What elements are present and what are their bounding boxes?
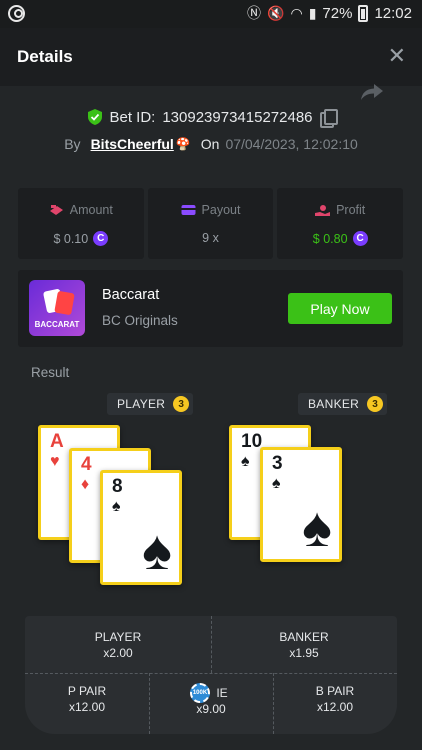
profit-icon <box>315 205 331 216</box>
mute-icon: 🔇 <box>267 5 285 21</box>
mushroom-icon: 🍄 <box>175 137 191 151</box>
baccarat-thumbnail[interactable]: BACCARAT <box>29 280 85 336</box>
bet-id-label: Bet ID: <box>109 108 156 126</box>
game-provider: BC Originals <box>102 313 178 328</box>
banker-score: 3 <box>367 396 384 412</box>
by-label: By <box>64 136 81 152</box>
details-header: Details ✕ <box>0 28 422 86</box>
player-card-3: 8 ♠ ♠ <box>100 470 182 585</box>
spade-icon: ♠ <box>142 518 172 581</box>
player-label: PLAYER <box>117 397 166 411</box>
nfc-icon: Ⓝ <box>247 5 262 21</box>
bet-tie-odds: x9.00 <box>196 702 226 716</box>
status-bar: Ⓝ 🔇 ◠ ▮ 72% 12:02 <box>0 0 422 28</box>
amount-label: Amount <box>69 203 113 217</box>
amount-stat: Amount $ 0.10 C <box>18 188 144 259</box>
profit-value: $ 0.80 <box>312 231 348 246</box>
bet-player-label: PLAYER <box>94 629 142 644</box>
thumbnail-label: BACCARAT <box>34 320 80 329</box>
bet-p-pair: P PAIR x12.00 <box>25 673 149 725</box>
bet-p-pair-label: P PAIR <box>67 684 107 698</box>
bet-id-row: Bet ID: 130923973415272486 <box>0 106 422 128</box>
bet-player: PLAYER x2.00 <box>25 616 211 673</box>
status-icons: Ⓝ 🔇 ◠ ▮ 72% 12:02 <box>247 4 412 22</box>
spade-icon: ♠ <box>272 475 281 492</box>
player-hand-label: PLAYER 3 <box>107 393 194 415</box>
battery-percent: 72% <box>322 4 353 22</box>
copy-icon[interactable] <box>319 109 338 128</box>
bet-id-value: 130923973415272486 <box>162 108 313 126</box>
spade-icon: ♠ <box>112 498 121 515</box>
payout-icon <box>181 205 196 215</box>
bet-b-pair: B PAIR x12.00 <box>273 673 397 725</box>
heart-icon: ♥ <box>50 453 60 470</box>
result-label: Result <box>31 365 70 380</box>
close-icon[interactable]: ✕ <box>388 42 406 70</box>
profit-stat: Profit $ 0.80 C <box>277 188 404 259</box>
profit-label: Profit <box>336 203 366 217</box>
payout-value: 9 x <box>202 231 219 245</box>
game-name: Baccarat <box>102 287 160 303</box>
on-label: On <box>200 136 220 152</box>
amount-value: $ 0.10 <box>53 231 89 246</box>
clock: 12:02 <box>374 4 412 22</box>
chip-icon: 100K <box>190 683 210 703</box>
bet-date: 07/04/2023, 12:02:10 <box>225 136 358 152</box>
wifi-icon: ◠ <box>290 5 303 21</box>
bet-tie: IE x9.00 <box>149 673 273 729</box>
coin-icon: C <box>93 231 109 246</box>
bet-banker-label: BANKER <box>279 629 329 644</box>
page-title: Details <box>17 47 73 66</box>
play-now-button[interactable]: Play Now <box>288 293 392 324</box>
amount-icon <box>49 205 63 215</box>
banker-label: BANKER <box>308 397 360 411</box>
banker-card-2: 3 ♠ ♠ <box>260 447 342 562</box>
bet-b-pair-odds: x12.00 <box>316 700 354 714</box>
diamond-icon: ♦ <box>81 476 90 493</box>
signal-icon: ▮ <box>308 5 317 21</box>
bet-player-odds: x2.00 <box>103 645 133 660</box>
account-icon <box>8 5 25 22</box>
bet-author-row: By BitsCheerful 🍄 On 07/04/2023, 12:02:1… <box>0 134 422 154</box>
banker-hand-label: BANKER 3 <box>298 393 388 415</box>
share-icon[interactable] <box>360 83 384 101</box>
username-link[interactable]: BitsCheerful <box>91 136 174 152</box>
payout-stat: Payout 9 x <box>147 188 274 259</box>
player-score: 3 <box>173 396 190 412</box>
bet-b-pair-label: B PAIR <box>315 684 355 698</box>
bet-banker-odds: x1.95 <box>289 645 319 660</box>
bet-table: PLAYER x2.00 BANKER x1.95 P PAIR x12.00 … <box>25 616 397 734</box>
coin-icon: C <box>352 231 368 246</box>
verified-shield-icon <box>88 109 103 125</box>
payout-label: Payout <box>201 203 241 217</box>
spade-icon: ♠ <box>241 453 250 470</box>
bet-p-pair-odds: x12.00 <box>68 700 106 714</box>
battery-icon <box>358 4 369 22</box>
bet-stats: Amount $ 0.10 C Payout 9 x Profit $ 0.80… <box>18 188 404 259</box>
spade-icon: ♠ <box>302 495 332 558</box>
game-card: BACCARAT Baccarat BC Originals Play Now <box>18 270 403 347</box>
bet-banker: BANKER x1.95 <box>211 616 397 673</box>
